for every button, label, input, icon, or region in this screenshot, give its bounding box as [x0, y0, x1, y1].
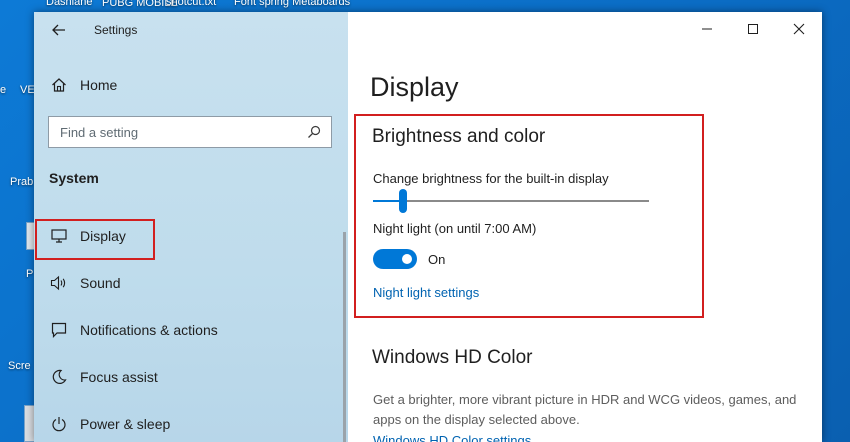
hd-color-description: Get a brighter, more vibrant picture in … [373, 392, 797, 427]
sidebar-item-power-sleep[interactable]: Power & sleep [34, 404, 344, 442]
brightness-slider-label: Change brightness for the built-in displ… [373, 171, 609, 186]
brightness-slider-thumb[interactable] [399, 189, 408, 213]
desktop-icon-label[interactable]: Font spring Metaboards [234, 0, 350, 8]
desktop-icon-label[interactable]: Prab [10, 176, 33, 188]
page-title: Display [370, 72, 459, 102]
notification-icon [48, 319, 70, 341]
monitor-icon [48, 225, 70, 247]
desktop-icon-label[interactable]: Scre [8, 360, 31, 372]
desktop-icon-label[interactable]: P [26, 268, 33, 280]
close-button[interactable] [776, 12, 822, 46]
back-button[interactable] [48, 19, 70, 41]
minimize-icon [702, 28, 712, 30]
arrow-left-icon [52, 24, 65, 36]
brightness-group-title: Brightness and color [372, 126, 546, 147]
sidebar-item-label: Focus assist [80, 369, 158, 385]
desktop-icon-label[interactable]: e [0, 84, 6, 96]
section-heading: System [49, 170, 99, 186]
home-icon [48, 74, 70, 96]
sidebar: Settings Home System [34, 12, 348, 442]
night-light-toggle[interactable] [373, 249, 417, 269]
maximize-icon [748, 24, 758, 34]
desktop-icon-label[interactable]: VE [20, 84, 35, 96]
sidebar-item-label: Power & sleep [80, 416, 171, 432]
sidebar-item-label: Display [80, 228, 126, 244]
hd-color-group-title: Windows HD Color [372, 347, 533, 368]
desktop-icon-label[interactable]: PUBG MOBILE [102, 0, 178, 9]
power-icon [48, 413, 70, 435]
sidebar-item-sound[interactable]: Sound [34, 263, 344, 303]
sidebar-item-display[interactable]: Display [34, 216, 344, 256]
search-box [48, 116, 332, 148]
moon-icon [48, 366, 70, 388]
brightness-slider-track[interactable] [373, 189, 649, 213]
search-input[interactable] [49, 118, 304, 146]
main-content: Display Brightness and color Change brig… [348, 12, 822, 442]
night-light-toggle-state: On [428, 252, 446, 267]
close-icon [793, 23, 805, 35]
sidebar-item-home[interactable]: Home [34, 65, 344, 105]
minimize-button[interactable] [684, 12, 730, 46]
desktop-icon-label[interactable]: shotcut.txt [166, 0, 216, 8]
search-icon[interactable] [304, 122, 324, 142]
sidebar-item-label: Notifications & actions [80, 322, 218, 338]
hd-color-settings-link[interactable]: Windows HD Color settings [373, 433, 531, 442]
night-light-label: Night light (on until 7:00 AM) [373, 221, 537, 236]
desktop-icon-label[interactable]: Dashlane [46, 0, 92, 8]
maximize-button[interactable] [730, 12, 776, 46]
sidebar-item-label: Home [80, 77, 118, 93]
sidebar-item-notifications[interactable]: Notifications & actions [34, 310, 344, 350]
app-title: Settings [94, 23, 138, 37]
settings-window: Settings Home System [34, 12, 822, 442]
sidebar-item-label: Sound [80, 275, 121, 291]
night-light-settings-link[interactable]: Night light settings [373, 285, 479, 300]
speaker-icon [48, 272, 70, 294]
sidebar-scrollbar[interactable] [343, 232, 346, 442]
sidebar-item-focus-assist[interactable]: Focus assist [34, 357, 344, 397]
toggle-knob [402, 254, 412, 264]
